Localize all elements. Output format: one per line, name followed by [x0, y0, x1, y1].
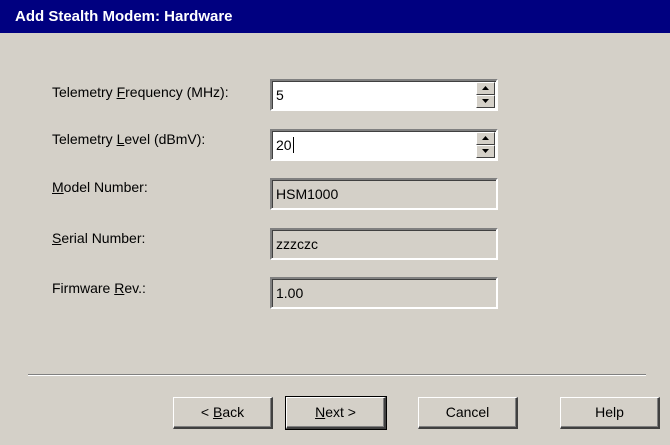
telemetry-level-value-wrap[interactable]: 20 — [276, 137, 294, 153]
telemetry-frequency-spinbox[interactable]: 5 — [270, 79, 498, 111]
model-number-value: HSM1000 — [276, 186, 339, 202]
telemetry-frequency-value[interactable]: 5 — [276, 87, 284, 103]
spin-up-button[interactable] — [476, 82, 495, 95]
spin-down-button[interactable] — [476, 145, 495, 158]
label-accelerator: S — [52, 230, 62, 246]
label-text: erial Number: — [61, 230, 146, 246]
title-bar: Add Stealth Modem: Hardware — [0, 0, 670, 33]
telemetry-frequency-spinner[interactable] — [476, 82, 495, 108]
telemetry-frequency-label: Telemetry Frequency (MHz): — [52, 84, 229, 100]
label-text: ev.: — [124, 280, 146, 296]
label-accelerator: M — [52, 179, 64, 195]
label-accelerator: R — [114, 280, 125, 296]
telemetry-level-spinner[interactable] — [476, 132, 495, 158]
serial-number-field: zzzczc — [270, 228, 498, 260]
next-button[interactable]: Next > — [285, 396, 387, 430]
up-arrow-icon — [482, 86, 489, 90]
label-text: evel (dBmV): — [124, 131, 206, 147]
model-number-label: Model Number: — [52, 179, 148, 195]
spin-down-button[interactable] — [476, 95, 495, 108]
button-accelerator: N — [315, 404, 326, 420]
label-text: Telemetry — [52, 131, 117, 147]
telemetry-level-label: Telemetry Level (dBmV): — [52, 131, 205, 147]
up-arrow-icon — [482, 136, 489, 140]
label-text: requency (MHz): — [125, 84, 229, 100]
back-button[interactable]: < Back — [173, 397, 273, 429]
down-arrow-icon — [482, 99, 489, 103]
separator-line — [28, 374, 646, 376]
telemetry-level-spinbox[interactable]: 20 — [270, 129, 498, 161]
model-number-field: HSM1000 — [270, 178, 498, 210]
telemetry-level-value[interactable]: 20 — [276, 137, 292, 153]
label-accelerator: F — [116, 84, 126, 100]
button-text: ack — [222, 404, 245, 420]
serial-number-value: zzzczc — [276, 236, 318, 252]
serial-number-label: Serial Number: — [52, 230, 145, 246]
button-text: < — [200, 404, 213, 420]
cancel-button[interactable]: Cancel — [418, 397, 518, 429]
down-arrow-icon — [482, 149, 489, 153]
button-accelerator: B — [212, 404, 223, 420]
label-text: Firmware — [52, 280, 115, 296]
firmware-rev-field: 1.00 — [270, 277, 498, 309]
window-title: Add Stealth Modem: Hardware — [15, 8, 233, 25]
help-button[interactable]: Help — [560, 397, 660, 429]
label-text: odel Number: — [63, 179, 148, 195]
firmware-rev-value: 1.00 — [276, 285, 304, 301]
label-text: Telemetry — [52, 84, 117, 100]
spin-up-button[interactable] — [476, 132, 495, 145]
text-caret — [292, 137, 294, 153]
firmware-rev-label: Firmware Rev.: — [52, 280, 146, 296]
button-text: ext > — [325, 404, 356, 420]
